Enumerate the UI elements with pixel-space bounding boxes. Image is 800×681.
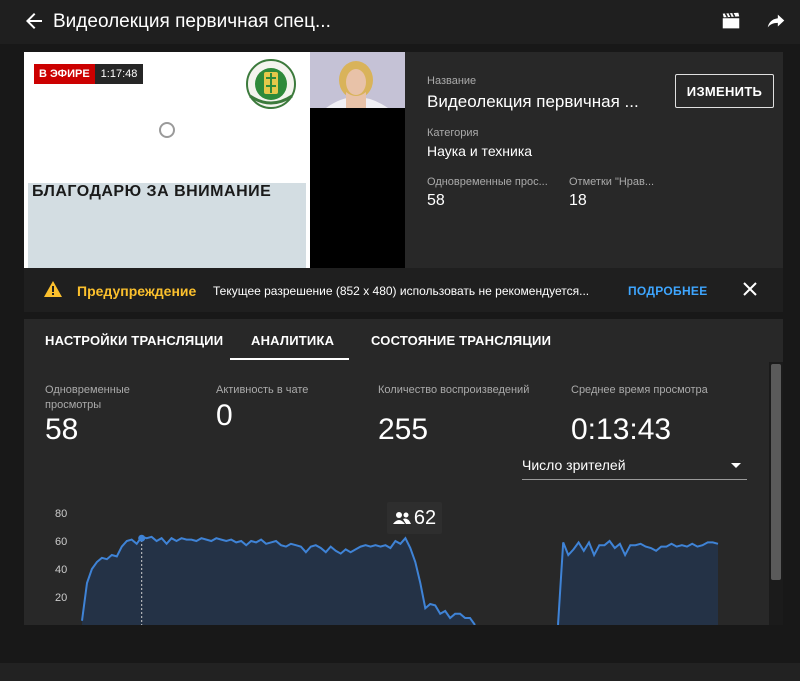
category-value: Наука и техника (427, 143, 533, 159)
viewers-icon (392, 512, 411, 524)
scrollbar-thumb[interactable] (771, 364, 781, 580)
hover-point (138, 534, 146, 542)
webcam-black-area (310, 108, 405, 268)
chart-tooltip: 62 (387, 502, 442, 534)
progress-scrubber[interactable] (159, 122, 175, 138)
y-tick-label: 80 (55, 508, 67, 520)
close-icon[interactable] (742, 281, 758, 297)
dropdown-selected: Число зрителей (522, 457, 626, 473)
learn-more-link[interactable]: ПОДРОБНЕЕ (628, 284, 708, 298)
active-tab-indicator (230, 358, 349, 360)
slide-text: БЛАГОДАРЮ ЗА ВНИМАНИЕ (32, 183, 272, 200)
page-title: Видеолекция первичная спец... (53, 11, 331, 32)
metric-chat-value: 0 (216, 399, 233, 432)
stream-preview[interactable] (24, 52, 405, 268)
warning-text: Текущее разрешение (852 x 480) использов… (213, 284, 590, 298)
tooltip-value: 62 (413, 506, 437, 529)
warning-title: Предупреждение (77, 283, 197, 299)
webcam-overlay (310, 52, 405, 108)
likes-value: 18 (569, 192, 587, 209)
title-label: Название (427, 75, 477, 87)
metric-chat-label: Активность в чате (216, 384, 309, 396)
metric-watch-time-value: 0:13:43 (571, 413, 672, 446)
live-time: 1:17:48 (94, 64, 144, 84)
series-area (558, 541, 718, 625)
emblem-logo-icon (246, 59, 296, 109)
y-tick-label: 40 (55, 564, 67, 576)
title-value: Видеолекция первичная ... (427, 92, 639, 111)
warning-icon (44, 281, 62, 297)
live-badge: В ЭФИРЕ 1:17:48 (34, 64, 144, 84)
metric-dropdown[interactable]: Число зрителей (522, 452, 747, 480)
concurrent-viewers-value: 58 (427, 192, 445, 209)
bottom-bar (0, 663, 800, 681)
y-tick-label: 20 (55, 592, 67, 604)
metric-watch-time-label: Среднее время просмотра (571, 384, 708, 396)
concurrent-viewers-label: Одновременные прос... (427, 176, 548, 188)
share-icon[interactable] (764, 10, 788, 32)
category-label: Категория (427, 127, 479, 139)
caret-down-icon (731, 463, 741, 468)
metric-views-label: Количество воспроизведений (378, 384, 530, 396)
clapperboard-icon[interactable] (719, 10, 743, 32)
presenter-image (310, 52, 405, 108)
tab-stream-settings[interactable]: НАСТРОЙКИ ТРАНСЛЯЦИИ (45, 333, 223, 348)
live-label: В ЭФИРЕ (34, 64, 95, 84)
y-tick-label: 60 (55, 536, 67, 548)
series-area (82, 536, 475, 625)
metric-concurrent-label: Одновременные просмотры (45, 384, 130, 411)
arrow-back-icon[interactable] (22, 9, 46, 33)
likes-label: Отметки "Нрав... (569, 176, 655, 188)
metric-concurrent-value: 58 (45, 413, 79, 446)
tab-stream-health[interactable]: СОСТОЯНИЕ ТРАНСЛЯЦИИ (371, 333, 551, 348)
metric-views-value: 255 (378, 413, 429, 446)
tab-analytics[interactable]: АНАЛИТИКА (251, 333, 334, 348)
edit-button[interactable]: ИЗМЕНИТЬ (675, 74, 774, 108)
